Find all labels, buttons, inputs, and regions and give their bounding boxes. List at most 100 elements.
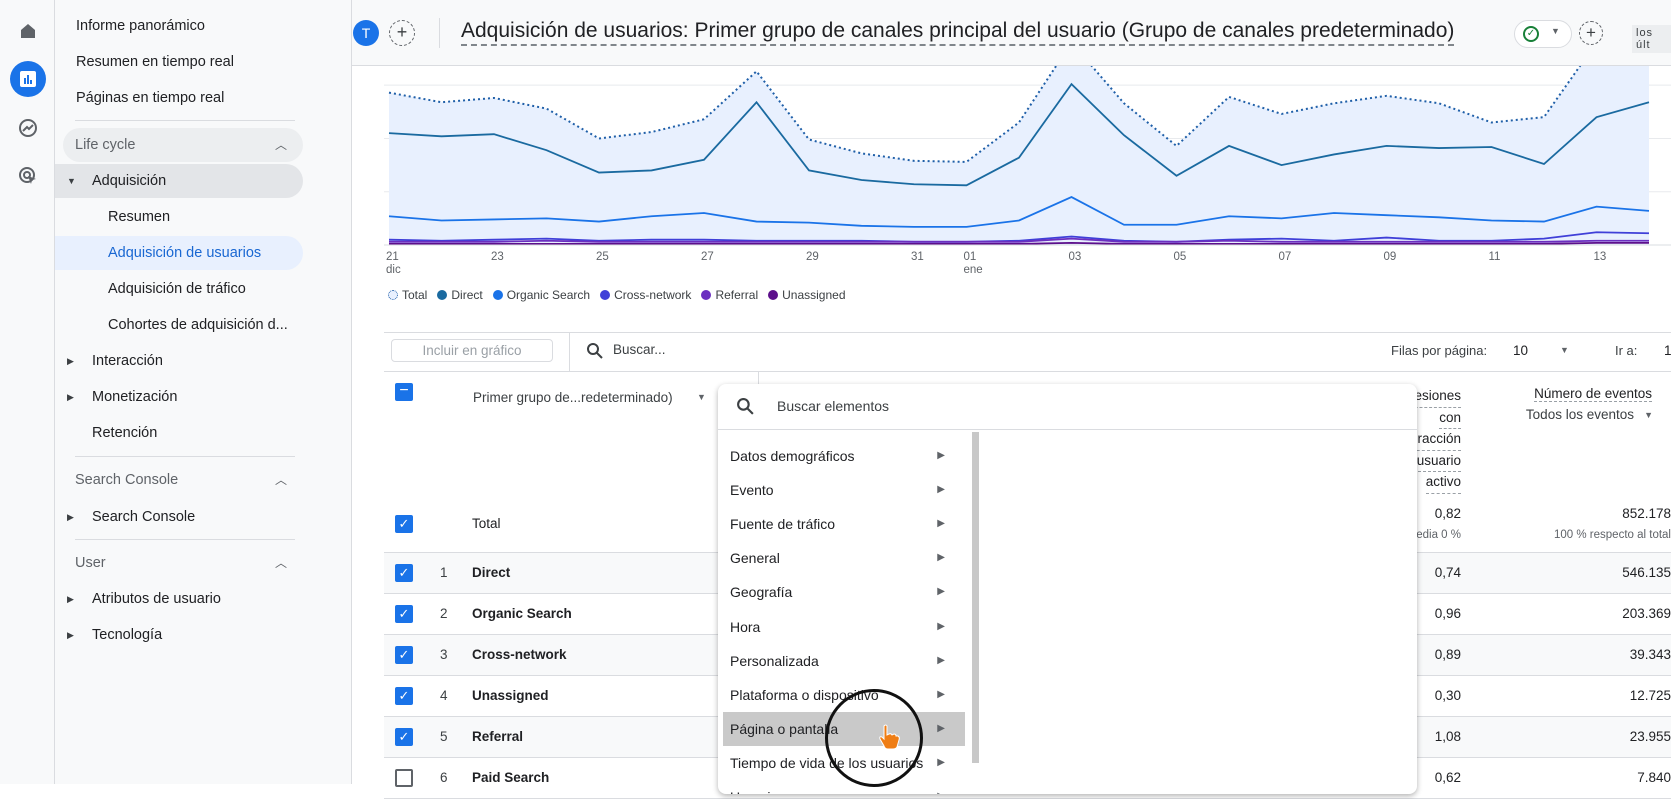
select-all-checkbox[interactable]: − bbox=[395, 383, 413, 401]
menu-item[interactable]: Personalizada ▶ bbox=[723, 644, 965, 678]
legend-item[interactable]: Referral bbox=[701, 288, 758, 302]
total-area bbox=[389, 66, 1649, 245]
caret-down-icon: ▼ bbox=[1551, 26, 1560, 36]
events-filter-dropdown[interactable]: Todos los eventos bbox=[1526, 407, 1634, 422]
divider bbox=[75, 539, 295, 540]
caret-right-icon: ▶ bbox=[67, 512, 74, 522]
row-events: 203.369 bbox=[1622, 606, 1671, 621]
row-channel[interactable]: Organic Search bbox=[472, 606, 572, 621]
rows-per-page-label: Filas por página: bbox=[1391, 343, 1488, 358]
tick-day: 05 bbox=[1173, 251, 1187, 263]
comparison-avatar[interactable]: T bbox=[353, 20, 379, 46]
include-in-chart-button[interactable]: Incluir en gráfico bbox=[391, 339, 553, 362]
caret-down-icon[interactable]: ▼ bbox=[697, 392, 706, 402]
section-search-console[interactable]: Search Console ︿ bbox=[63, 463, 303, 497]
row-events: 39.343 bbox=[1629, 647, 1671, 662]
row-rank: 4 bbox=[440, 688, 448, 703]
caret-right-icon: ▶ bbox=[937, 688, 945, 700]
tick-day: 23 bbox=[491, 251, 504, 263]
tick-month: ene bbox=[963, 264, 983, 276]
row-checkbox[interactable]: ✓ bbox=[395, 605, 413, 623]
divider bbox=[718, 429, 1417, 430]
status-dropdown[interactable]: ✓ ▼ bbox=[1514, 20, 1572, 48]
row-channel[interactable]: Unassigned bbox=[472, 688, 549, 703]
row-checkbox[interactable]: ✓ bbox=[395, 564, 413, 582]
rows-per-page-select[interactable]: 10 bbox=[1513, 343, 1528, 358]
dimension-column-header[interactable]: Primer grupo de...redeterminado) bbox=[473, 390, 673, 405]
row-rank: 5 bbox=[440, 729, 448, 744]
row-channel[interactable]: Cross-network bbox=[472, 647, 567, 662]
legend-item[interactable]: Unassigned bbox=[768, 288, 846, 302]
legend-item[interactable]: Cross-network bbox=[600, 288, 691, 302]
caret-down-icon[interactable]: ▼ bbox=[1644, 410, 1653, 420]
row-checkbox[interactable]: ✓ bbox=[395, 728, 413, 746]
header-line: activo bbox=[1425, 472, 1461, 494]
menu-item-label: General bbox=[730, 550, 780, 567]
legend-item[interactable]: Total bbox=[388, 288, 427, 302]
add-comparison-icon[interactable]: + bbox=[389, 20, 415, 46]
chart-legend: Total Direct Organic Search Cross-network Re… bbox=[388, 288, 846, 302]
caret-right-icon: ▶ bbox=[67, 356, 74, 366]
sidebar-item-atributos-usuario[interactable]: ▶ Atributos de usuario bbox=[55, 582, 221, 616]
row-events: 12.725 bbox=[1629, 688, 1671, 703]
row-channel[interactable]: Referral bbox=[472, 729, 523, 744]
row-events: 23.955 bbox=[1629, 729, 1671, 744]
x-tick-label: 09 bbox=[1384, 251, 1397, 264]
menu-item-label: Evento bbox=[730, 482, 774, 499]
table-search-input[interactable]: Buscar... bbox=[613, 342, 666, 357]
menu-item[interactable]: General ▶ bbox=[723, 541, 965, 575]
row-sessions: 0,74 bbox=[1434, 565, 1461, 580]
sidebar-item-monetizacion[interactable]: ▶ Monetización bbox=[55, 380, 177, 414]
row-checkbox[interactable]: ✓ bbox=[395, 646, 413, 664]
row-channel[interactable]: Paid Search bbox=[472, 770, 549, 785]
scrollbar[interactable] bbox=[972, 432, 979, 763]
legend-item[interactable]: Direct bbox=[437, 288, 483, 302]
tick-day: 27 bbox=[701, 251, 714, 263]
sidebar-item-adquisicion-trafico[interactable]: Adquisición de tráfico bbox=[108, 272, 246, 306]
x-tick-label: 11 bbox=[1489, 251, 1501, 264]
menu-search-input[interactable]: Buscar elementos bbox=[777, 398, 889, 414]
caret-right-icon: ▶ bbox=[937, 586, 945, 598]
sidebar-item-search-console[interactable]: ▶ Search Console bbox=[55, 500, 195, 534]
total-checkbox[interactable]: ✓ bbox=[395, 515, 413, 533]
page-title[interactable]: Adquisición de usuarios: Primer grupo de… bbox=[461, 18, 1455, 46]
caret-right-icon: ▶ bbox=[67, 594, 74, 604]
caret-down-icon[interactable]: ▼ bbox=[1560, 345, 1569, 355]
x-tick-label: 25 bbox=[596, 251, 609, 264]
tick-day: 13 bbox=[1593, 251, 1607, 263]
row-rank: 6 bbox=[440, 770, 448, 785]
menu-item-label: Fuente de tráfico bbox=[730, 516, 836, 533]
add-icon[interactable]: + bbox=[1579, 21, 1603, 45]
caret-right-icon: ▶ bbox=[937, 722, 945, 734]
label: Tecnología bbox=[92, 627, 163, 643]
goto-label: Ir a: bbox=[1615, 343, 1638, 358]
menu-item[interactable]: Usuario ▶ bbox=[723, 780, 965, 794]
row-rank: 1 bbox=[440, 565, 448, 580]
date-range[interactable]: los últ bbox=[1632, 25, 1671, 53]
row-checkbox[interactable] bbox=[395, 769, 413, 787]
tick-day: 11 bbox=[1488, 251, 1501, 263]
menu-item[interactable]: Hora ▶ bbox=[723, 610, 965, 644]
events-column-header[interactable]: Número de eventos bbox=[1534, 386, 1652, 402]
sidebar-item-tecnologia[interactable]: ▶ Tecnología bbox=[55, 618, 162, 652]
legend-item[interactable]: Organic Search bbox=[492, 288, 590, 302]
sidebar-item-interaccion[interactable]: ▶ Interacción bbox=[55, 344, 163, 378]
row-checkbox[interactable]: ✓ bbox=[395, 687, 413, 705]
search-icon bbox=[737, 398, 754, 415]
row-sessions: 0,30 bbox=[1434, 688, 1461, 703]
menu-item[interactable]: Datos demográficos ▶ bbox=[723, 439, 965, 473]
caret-right-icon: ▶ bbox=[937, 780, 945, 794]
menu-item[interactable]: Evento ▶ bbox=[723, 473, 965, 507]
tick-day: 07 bbox=[1278, 251, 1292, 263]
x-tick-label: 07 bbox=[1279, 251, 1292, 264]
sidebar-item-retencion[interactable]: Retención bbox=[92, 416, 157, 450]
menu-item[interactable]: Geografía ▶ bbox=[723, 575, 965, 609]
section-user[interactable]: User ︿ bbox=[63, 546, 303, 580]
menu-item[interactable]: Fuente de tráfico ▶ bbox=[723, 507, 965, 541]
tick-day: 21 bbox=[386, 251, 399, 263]
goto-page-input[interactable]: 1 bbox=[1664, 343, 1671, 358]
legend-label: Cross-network bbox=[614, 288, 692, 302]
row-channel[interactable]: Direct bbox=[472, 565, 510, 580]
label: Interacción bbox=[92, 353, 163, 369]
sidebar-item-cohortes[interactable]: Cohortes de adquisición d... bbox=[108, 308, 288, 342]
